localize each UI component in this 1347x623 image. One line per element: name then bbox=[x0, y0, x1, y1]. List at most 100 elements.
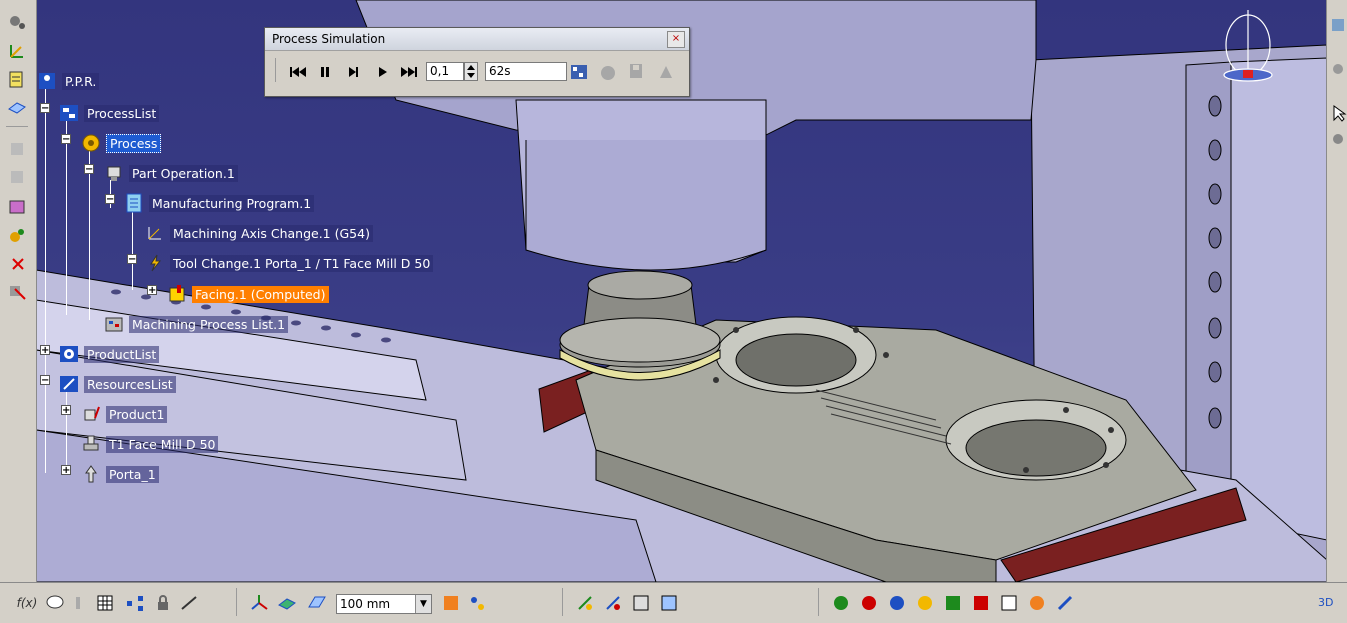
axis-system-icon[interactable] bbox=[6, 40, 28, 62]
expand-product1[interactable]: + bbox=[61, 405, 71, 416]
tool-settings-icon[interactable] bbox=[6, 10, 28, 32]
operation-icon-3[interactable] bbox=[886, 592, 908, 614]
tree-node-tool[interactable]: T1 Face Mill D 50 bbox=[80, 433, 219, 455]
select-arrow-icon[interactable] bbox=[1327, 102, 1347, 124]
step-value-field[interactable]: 0,1 bbox=[426, 62, 464, 81]
tool-holder-icon bbox=[80, 463, 102, 485]
chevron-down-icon[interactable]: ▼ bbox=[415, 595, 431, 613]
ppr-icon bbox=[36, 70, 58, 92]
expand-productlist[interactable]: + bbox=[40, 345, 50, 356]
tree-label-productlist: ProductList bbox=[84, 345, 160, 363]
facing-icon bbox=[166, 283, 188, 305]
table-icon[interactable] bbox=[94, 592, 116, 614]
collapse-resourceslist[interactable]: − bbox=[40, 375, 50, 386]
disabled-simulation-icon-1 bbox=[596, 61, 620, 83]
simulation-video-icon[interactable] bbox=[567, 61, 591, 83]
tree-node-resourceslist[interactable]: ResourcesList bbox=[58, 373, 176, 395]
productlist-gear-icon bbox=[58, 343, 80, 365]
dialog-close-button[interactable]: × bbox=[667, 31, 685, 48]
grid-plane-icon[interactable] bbox=[306, 592, 328, 614]
operation-icon-5[interactable] bbox=[942, 592, 964, 614]
disabled-simulation-icon-2 bbox=[654, 61, 678, 83]
comment-bubble-icon[interactable] bbox=[44, 592, 66, 614]
orange-tool-icon[interactable] bbox=[440, 592, 462, 614]
expand-porta[interactable]: + bbox=[61, 465, 71, 476]
document-icon bbox=[123, 192, 145, 214]
network-icon[interactable] bbox=[124, 592, 146, 614]
tree-node-porta[interactable]: Porta_1 bbox=[80, 463, 159, 485]
pattern-icon[interactable] bbox=[466, 592, 488, 614]
unit-combo[interactable]: 100 mm ▼ bbox=[336, 594, 432, 614]
process-simulation-dialog: Process Simulation × 0,1 62s bbox=[264, 27, 690, 97]
process-list-icon bbox=[103, 313, 125, 335]
tree-node-product1[interactable]: Product1 bbox=[80, 403, 168, 425]
plane-icon[interactable] bbox=[276, 592, 298, 614]
tree-label-manufacturing-program: Manufacturing Program.1 bbox=[149, 194, 315, 212]
jump-to-end-button[interactable] bbox=[397, 61, 421, 83]
stock-icon[interactable] bbox=[6, 96, 28, 118]
remove-video-icon[interactable] bbox=[6, 280, 28, 302]
collapse-manufacturing-program[interactable]: − bbox=[105, 194, 115, 205]
tree-label-tool: T1 Face Mill D 50 bbox=[106, 435, 219, 453]
tree-node-facing[interactable]: Facing.1 (Computed) bbox=[166, 283, 329, 305]
tree-label-porta: Porta_1 bbox=[106, 465, 159, 483]
measure-icon[interactable] bbox=[178, 592, 200, 614]
tree-node-productlist[interactable]: ProductList bbox=[58, 343, 160, 365]
operation-icon-1[interactable] bbox=[830, 592, 852, 614]
tree-node-tool-change[interactable]: Tool Change.1 Porta_1 / T1 Face Mill D 5… bbox=[144, 252, 434, 274]
dialog-title: Process Simulation bbox=[265, 28, 689, 51]
step-spinner[interactable] bbox=[464, 62, 478, 81]
pause-button[interactable] bbox=[313, 61, 337, 83]
remove-icon[interactable] bbox=[6, 252, 28, 274]
right-tool-icon-1[interactable] bbox=[1327, 14, 1347, 36]
expand-facing[interactable]: + bbox=[147, 285, 157, 296]
grey-operation-icon-1[interactable] bbox=[6, 138, 28, 160]
tree-label-facing: Facing.1 (Computed) bbox=[192, 285, 329, 303]
collapse-process[interactable]: − bbox=[61, 134, 71, 145]
operation-icon-4[interactable] bbox=[914, 592, 936, 614]
tree-node-processlist[interactable]: ProcessList bbox=[58, 102, 160, 124]
replay-icon[interactable] bbox=[6, 196, 28, 218]
collapse-tool-change[interactable]: − bbox=[127, 254, 137, 265]
lock-icon[interactable] bbox=[152, 592, 174, 614]
operation-icon-6[interactable] bbox=[970, 592, 992, 614]
unit-combo-value: 100 mm bbox=[340, 597, 391, 611]
time-value-field[interactable]: 62s bbox=[485, 62, 567, 81]
program-list-icon[interactable] bbox=[6, 68, 28, 90]
right-gear-icon[interactable] bbox=[1327, 128, 1347, 150]
machining-icon-1[interactable] bbox=[574, 592, 596, 614]
tree-node-axis-change[interactable]: Machining Axis Change.1 (G54) bbox=[144, 222, 373, 244]
axis-icon[interactable] bbox=[248, 592, 270, 614]
process-gear-icon bbox=[80, 132, 102, 154]
axis-change-icon bbox=[144, 222, 166, 244]
grey-operation-icon-2[interactable] bbox=[6, 166, 28, 188]
tree-label-part-operation: Part Operation.1 bbox=[129, 164, 238, 182]
right-tool-icon-2[interactable] bbox=[1327, 58, 1347, 80]
tree-node-part-operation[interactable]: Part Operation.1 bbox=[103, 162, 238, 184]
collapse-part-operation[interactable]: − bbox=[84, 164, 94, 175]
tree-node-ppr[interactable]: P.P.R. bbox=[36, 70, 100, 92]
collapse-processlist[interactable]: − bbox=[40, 103, 50, 114]
tree-label-process: Process bbox=[106, 133, 162, 153]
operation-icon-2[interactable] bbox=[858, 592, 880, 614]
formula-icon[interactable]: f(x) bbox=[16, 592, 38, 614]
catia-logo-icon: 3D bbox=[1316, 590, 1338, 612]
part-operation-icon bbox=[103, 162, 125, 184]
machining-icon-2[interactable] bbox=[602, 592, 624, 614]
jump-to-start-button[interactable] bbox=[286, 61, 310, 83]
tree-label-tool-change: Tool Change.1 Porta_1 / T1 Face Mill D 5… bbox=[170, 254, 434, 272]
tree-node-manufacturing-program[interactable]: Manufacturing Program.1 bbox=[123, 192, 315, 214]
machining-icon-4[interactable] bbox=[658, 592, 680, 614]
operation-icon-8[interactable] bbox=[1026, 592, 1048, 614]
machining-icon-3[interactable] bbox=[630, 592, 652, 614]
tree-node-machining-process-list[interactable]: Machining Process List.1 bbox=[103, 313, 289, 335]
operation-icon-7[interactable] bbox=[998, 592, 1020, 614]
product-machine-icon bbox=[80, 403, 102, 425]
left-toolbar bbox=[0, 0, 37, 582]
simulation-icon[interactable] bbox=[6, 224, 28, 246]
play-button[interactable] bbox=[370, 61, 394, 83]
tree-node-process[interactable]: Process bbox=[80, 132, 162, 154]
step-forward-button[interactable] bbox=[341, 61, 365, 83]
tree-label-product1: Product1 bbox=[106, 405, 168, 423]
operation-icon-9[interactable] bbox=[1054, 592, 1076, 614]
